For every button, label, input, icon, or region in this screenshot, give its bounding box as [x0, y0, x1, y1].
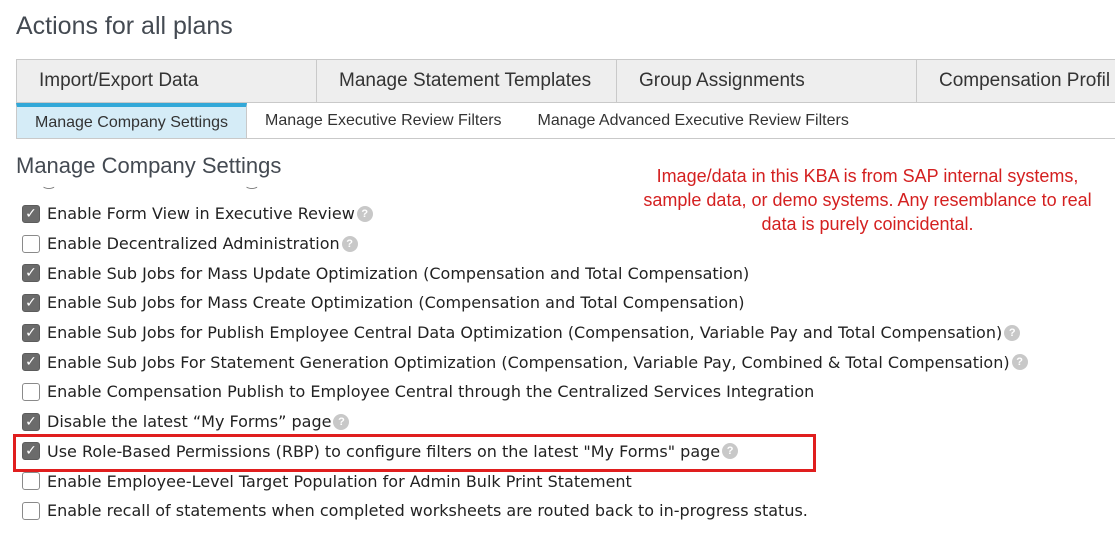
sub-tab-bar: Manage Company Settings Manage Executive…: [16, 103, 1115, 139]
tab-manage-statement-templates[interactable]: Manage Statement Templates: [317, 60, 617, 102]
setting-label: Enable Form View in Executive Review: [47, 204, 355, 224]
tab-group-assignments[interactable]: Group Assignments: [617, 60, 917, 102]
setting-label: Enable Sub Jobs for Publish Employee Cen…: [47, 323, 1003, 343]
settings-options-list: ✓ Enable Form View in Executive Review? En…: [22, 199, 1028, 526]
setting-label: Enable Compensation Publish to Employee …: [47, 382, 815, 402]
subtab-manage-executive-review-filters[interactable]: Manage Executive Review Filters: [247, 103, 520, 138]
help-icon[interactable]: ?: [1004, 324, 1021, 341]
checkbox-unchecked[interactable]: [22, 501, 40, 520]
checkbox-checked[interactable]: ✓: [22, 442, 40, 461]
help-icon[interactable]: ?: [356, 205, 373, 222]
setting-option: ✓ Enable Sub Jobs For Statement Generatio…: [22, 347, 1028, 377]
checkbox-checked[interactable]: ✓: [22, 353, 40, 372]
tab-bar: Import/Export Data Manage Statement Temp…: [16, 59, 1115, 103]
setting-option: ✓ Enable Form View in Executive Review?: [22, 199, 1028, 229]
checkbox-checked[interactable]: ✓: [22, 323, 40, 342]
tab-import-export-data[interactable]: Import/Export Data: [17, 60, 317, 102]
setting-option: Enable recall of statements when complet…: [22, 496, 1028, 526]
setting-label: Enable recall of statements when complet…: [47, 501, 808, 521]
setting-option: ✓ Enable Sub Jobs for Publish Employee Ce…: [22, 318, 1028, 348]
section-title: Manage Company Settings: [16, 153, 282, 178]
subtab-manage-advanced-executive-review-filters[interactable]: Manage Advanced Executive Review Filters: [520, 103, 867, 138]
setting-label: Enable Decentralized Administration: [47, 234, 340, 254]
page: Actions for all plans Import/Export Data…: [0, 0, 1115, 548]
setting-option: ✓ Use Role-Based Permissions (RBP) to con…: [22, 437, 1028, 467]
help-icon[interactable]: ?: [722, 443, 739, 460]
setting-label: Enable Sub Jobs for Mass Create Optimiza…: [47, 293, 745, 313]
page-title: Actions for all plans: [16, 12, 233, 40]
setting-option: Enable Decentralized Administration?: [22, 229, 1028, 259]
setting-label: Enable Sub Jobs For Statement Generation…: [47, 352, 1010, 372]
setting-label: Enable Sub Jobs for Mass Update Optimiza…: [47, 263, 750, 283]
subtab-manage-company-settings[interactable]: Manage Company Settings: [16, 103, 247, 138]
setting-label: Use Role-Based Permissions (RBP) to conf…: [47, 441, 721, 461]
setting-label: Enable Employee-Level Target Population …: [47, 471, 632, 491]
setting-option: Enable Employee-Level Target Population …: [22, 466, 1028, 496]
checkbox-checked[interactable]: ✓: [22, 412, 40, 431]
help-icon[interactable]: ?: [1011, 354, 1028, 371]
setting-option: ✓ Disable the latest “My Forms” page?: [22, 407, 1028, 437]
checkbox-checked[interactable]: ✓: [22, 264, 40, 283]
checkbox-unchecked[interactable]: [22, 234, 40, 253]
checkbox-unchecked[interactable]: [22, 382, 40, 401]
scrolled-row-fragment: ‿ ‿: [22, 183, 312, 195]
help-icon[interactable]: ?: [333, 413, 350, 430]
setting-option: Enable Compensation Publish to Employee …: [22, 377, 1028, 407]
setting-label: Disable the latest “My Forms” page: [47, 412, 332, 432]
checkbox-unchecked[interactable]: [22, 472, 40, 491]
tab-compensation-profile[interactable]: Compensation Profil: [917, 60, 1115, 102]
checkbox-checked[interactable]: ✓: [22, 204, 40, 223]
help-icon[interactable]: ?: [341, 235, 358, 252]
setting-option: ✓ Enable Sub Jobs for Mass Create Optimiz…: [22, 288, 1028, 318]
setting-option: ✓ Enable Sub Jobs for Mass Update Optimiz…: [22, 258, 1028, 288]
checkbox-checked[interactable]: ✓: [22, 293, 40, 312]
